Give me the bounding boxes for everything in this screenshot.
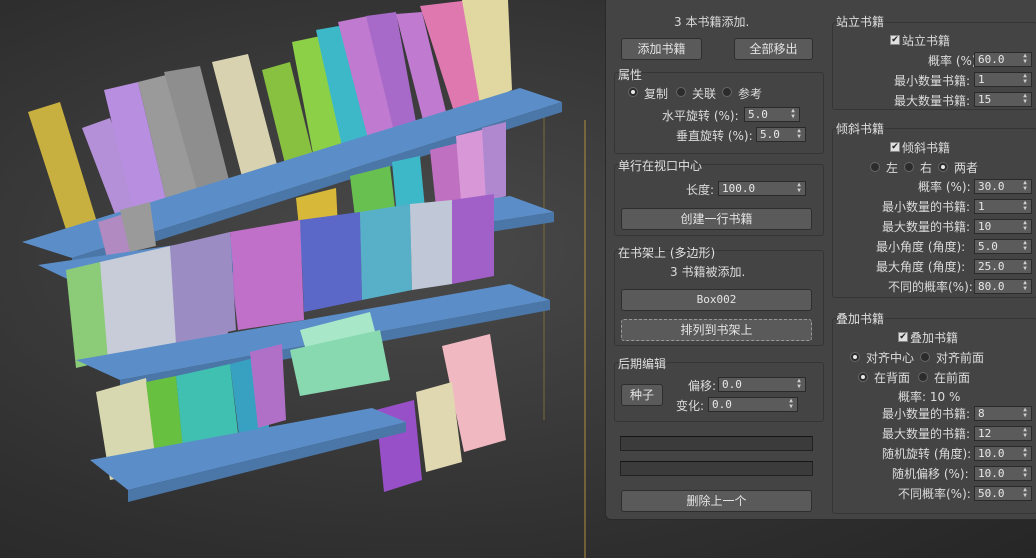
pos-front-label: 在前面 [934,371,971,385]
offset-label: 偏移: [688,379,717,393]
hrot-label: 水平旋转 (%): [662,109,739,123]
stacked-off-spinner[interactable]: 10.0 ▲ ▼ [974,466,1032,481]
standing-checkbox[interactable]: ✔ [890,35,900,45]
change-label: 变化: [676,399,705,413]
standing-max-spinner[interactable]: 15 ▲ ▼ [974,92,1032,107]
stacked-check-label: 叠加书籍 [910,331,959,345]
lean-prob-label: 概率 (%): [918,180,971,194]
leaning-check-label: 倾斜书籍 [902,141,951,155]
standing-prob-spinner[interactable]: 60.0 ▲ ▼ [974,52,1032,67]
stacked-diff-spinner[interactable]: 50.0 ▲ ▼ [974,486,1032,501]
align-center-radio[interactable] [850,352,860,362]
progress-bar-2 [620,461,813,476]
progress-bar-1 [620,436,813,451]
stacked-rot-spinner[interactable]: 10.0 ▲ ▼ [974,446,1032,461]
lean-maxang-spinner[interactable]: 25.0 ▲ ▼ [974,259,1032,274]
lean-diff-spinner[interactable]: 80.0 ▲ ▼ [974,279,1032,294]
arrange-on-shelf-button[interactable]: 排列到书架上 [621,319,812,341]
radio-instance[interactable] [676,87,686,97]
lean-right-radio[interactable] [904,162,914,172]
stacked-min-spinner[interactable]: 8 ▲ ▼ [974,406,1032,421]
standing-title: 站立书籍 [836,15,885,29]
radio-copy-label: 复制 [644,87,669,101]
leaning-checkbox[interactable]: ✔ [890,142,900,152]
lean-both-radio[interactable] [938,162,948,172]
align-center-label: 对齐中心 [866,351,915,365]
lean-maxang-label: 最大角度 (角度): [876,260,966,274]
radio-copy[interactable] [628,87,638,97]
on-shelf-status: 3 书籍被添加. [670,265,746,279]
pos-front-radio[interactable] [918,372,928,382]
vrot-spinner[interactable]: 5.0 ▲ ▼ [756,127,806,142]
pos-back-radio[interactable] [858,372,868,382]
vrot-label: 垂直旋转 (%): [676,129,753,143]
stacked-rot-label: 随机旋转 (角度): [882,447,972,461]
align-front-radio[interactable] [920,352,930,362]
stacked-min-label: 最小数量的书籍: [882,407,971,421]
stacked-diff-label: 不同概率(%): [898,487,971,501]
props-title: 属性 [618,68,643,82]
lean-min-label: 最小数量的书籍: [882,200,971,214]
post-edit-title: 后期编辑 [618,357,667,371]
standing-min-spinner[interactable]: 1 ▲ ▼ [974,72,1032,87]
remove-all-button[interactable]: 全部移出 [734,38,813,60]
leaning-title: 倾斜书籍 [836,122,885,136]
length-label: 长度: [686,183,715,197]
lean-right-label: 右 [920,161,933,175]
lean-left-label: 左 [886,161,899,175]
lean-prob-spinner[interactable]: 30.0 ▲ ▼ [974,179,1032,194]
delete-last-button[interactable]: 删除上一个 [621,490,812,512]
lean-min-spinner[interactable]: 1 ▲ ▼ [974,199,1032,214]
stacked-max-spinner[interactable]: 12 ▲ ▼ [974,426,1032,441]
radio-reference[interactable] [722,87,732,97]
lean-minang-spinner[interactable]: 5.0 ▲ ▼ [974,239,1032,254]
standing-prob-label: 概率 (%): [928,54,981,68]
pos-back-label: 在背面 [874,371,911,385]
seed-button[interactable]: 种子 [621,384,663,406]
book-generator-panel: 3 本书籍添加. 添加书籍 全部移出 属性 复制 关联 参考 水平旋转 (%):… [605,0,1036,520]
create-row-button[interactable]: 创建一行书籍 [621,208,812,230]
offset-spinner[interactable]: 0.0 ▲ ▼ [718,377,806,392]
added-status: 3 本书籍添加. [674,15,750,29]
lean-max-spinner[interactable]: 10 ▲ ▼ [974,219,1032,234]
add-books-button[interactable]: 添加书籍 [621,38,702,60]
lean-minang-label: 最小角度 (角度): [876,240,966,254]
radio-instance-label: 关联 [692,87,717,101]
standing-check-label: 站立书籍 [902,34,951,48]
change-spinner[interactable]: 0.0 ▲ ▼ [708,397,798,412]
bookshelf-render [22,0,586,558]
standing-max-label: 最大数量书籍: [894,94,971,108]
length-spinner[interactable]: 100.0 ▲ ▼ [718,181,806,196]
stacked-checkbox[interactable]: ✔ [898,332,908,342]
lean-left-radio[interactable] [870,162,880,172]
hrot-spinner[interactable]: 5.0 ▲ ▼ [744,107,800,122]
lean-diff-label: 不同的概率(%): [888,280,973,294]
standing-min-label: 最小数量书籍: [894,74,971,88]
stacked-prob-text: 概率: 10 % [898,390,961,404]
on-shelf-title: 在书架上 (多边形) [618,246,716,260]
align-front-label: 对齐前面 [936,351,985,365]
radio-reference-label: 参考 [738,87,763,101]
lean-max-label: 最大数量的书籍: [882,220,971,234]
pick-object-button[interactable]: Box002 [621,289,812,311]
stacked-title: 叠加书籍 [836,312,885,326]
stacked-max-label: 最大数量的书籍: [882,427,971,441]
stacked-off-label: 随机偏移 (%): [892,467,969,481]
row-center-title: 单行在视口中心 [618,159,703,173]
lean-both-label: 两者 [954,161,979,175]
